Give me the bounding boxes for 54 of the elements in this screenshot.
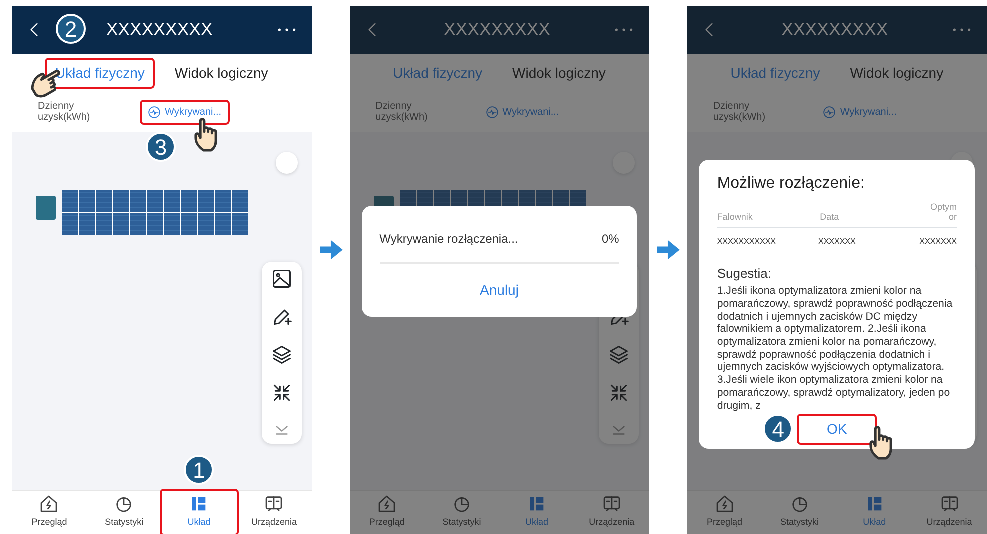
devices-icon xyxy=(602,494,622,514)
nav-tab[interactable]: Statystyki xyxy=(86,491,162,534)
nav-tab[interactable]: Układ xyxy=(837,491,912,534)
detect-button[interactable]: Wykrywani... xyxy=(480,102,566,122)
daily-yield-label: Dzienny uzysk(kWh) xyxy=(376,100,429,124)
view-tab[interactable]: Układ fizyczny xyxy=(722,60,828,86)
nav-tab[interactable]: Urządzenia xyxy=(574,491,650,534)
view-tab[interactable]: Widok logiczny xyxy=(842,60,952,86)
pulse-icon xyxy=(148,106,161,118)
cancel-button[interactable]: Anuluj xyxy=(460,274,539,307)
table-cell-text: XXXXXXX xyxy=(818,236,857,248)
detect-button[interactable]: Wykrywani... xyxy=(817,102,903,122)
view-tab[interactable]: Widok logiczny xyxy=(166,60,276,86)
detect-button[interactable]: Wykrywani... xyxy=(142,102,228,122)
inverter-icon xyxy=(36,196,56,220)
ok-button[interactable]: OK xyxy=(799,416,876,444)
screen-title: XXXXXXXXX xyxy=(444,19,551,42)
column-header: Optym or xyxy=(929,202,957,223)
home-icon xyxy=(377,494,398,514)
step-number-badge: 3 xyxy=(146,132,176,162)
table-cell-text: XXXXXXXXXXX xyxy=(717,236,778,248)
table-cell: XXXXXXX xyxy=(920,236,958,248)
pulse-icon xyxy=(486,106,499,118)
nav-tab[interactable]: Statystyki xyxy=(762,491,838,534)
nav-tab[interactable]: Przegląd xyxy=(687,491,762,534)
pulse-icon xyxy=(823,106,836,118)
progress-message: Wykrywanie rozłączenia... xyxy=(380,231,518,248)
image-icon[interactable] xyxy=(270,268,293,290)
step-number-badge: 4 xyxy=(763,414,794,444)
suggestion-heading: Sugestia: xyxy=(717,264,773,283)
view-tab[interactable]: Widok logiczny xyxy=(504,60,614,86)
column-header: Data xyxy=(820,212,840,223)
devices-icon xyxy=(940,494,960,514)
screen-title: XXXXXXXXX xyxy=(782,19,888,42)
view-tab[interactable]: Układ fizyczny xyxy=(385,60,491,86)
nav-tab[interactable]: Urządzenia xyxy=(236,491,312,534)
dialog-title: Możliwe rozłączenie: xyxy=(717,174,866,194)
hand-pointer-icon xyxy=(867,426,896,460)
nav-tab[interactable]: Przegląd xyxy=(350,491,425,534)
layers-icon[interactable] xyxy=(270,344,293,366)
nav-tab[interactable]: Urządzenia xyxy=(912,491,987,534)
daily-yield-label: Dzienny uzysk(kWh) xyxy=(38,100,92,124)
suggestion-text: 1.Jeśli ikona optymalizatora zmieni kolor na pomarańczowy, sprawdź poprawność podłączenia dodatnich i ujemnych zacisków DC między falownikiem a optymalizatorem. 2.Jeśli ikona optymalizatora zmieni kolor na pomarańczowy, sprawdź poprawność podłączenia dodatnich i ujemnych zacisków wyjściowych optymalizatora. 3.Jeśli wiele ikon optymalizatora zmieni kolor na pomarańczowy, sprawdź optymalizatory, jeden po drugim, z xyxy=(717,285,954,412)
column-header: Falownik xyxy=(717,212,754,223)
nav-tab[interactable]: Przegląd xyxy=(12,491,87,534)
hand-pointer-icon xyxy=(192,118,220,152)
daily-yield-label: Dzienny uzysk(kWh) xyxy=(713,100,767,124)
nav-tab[interactable]: Układ xyxy=(500,491,574,534)
home-icon xyxy=(39,494,60,514)
progress-percent: 0% xyxy=(602,231,620,248)
screen-title: XXXXXXXXX xyxy=(106,19,214,42)
nav-tab[interactable]: Statystyki xyxy=(424,491,500,534)
devices-icon xyxy=(264,494,284,514)
home-icon xyxy=(714,494,735,514)
